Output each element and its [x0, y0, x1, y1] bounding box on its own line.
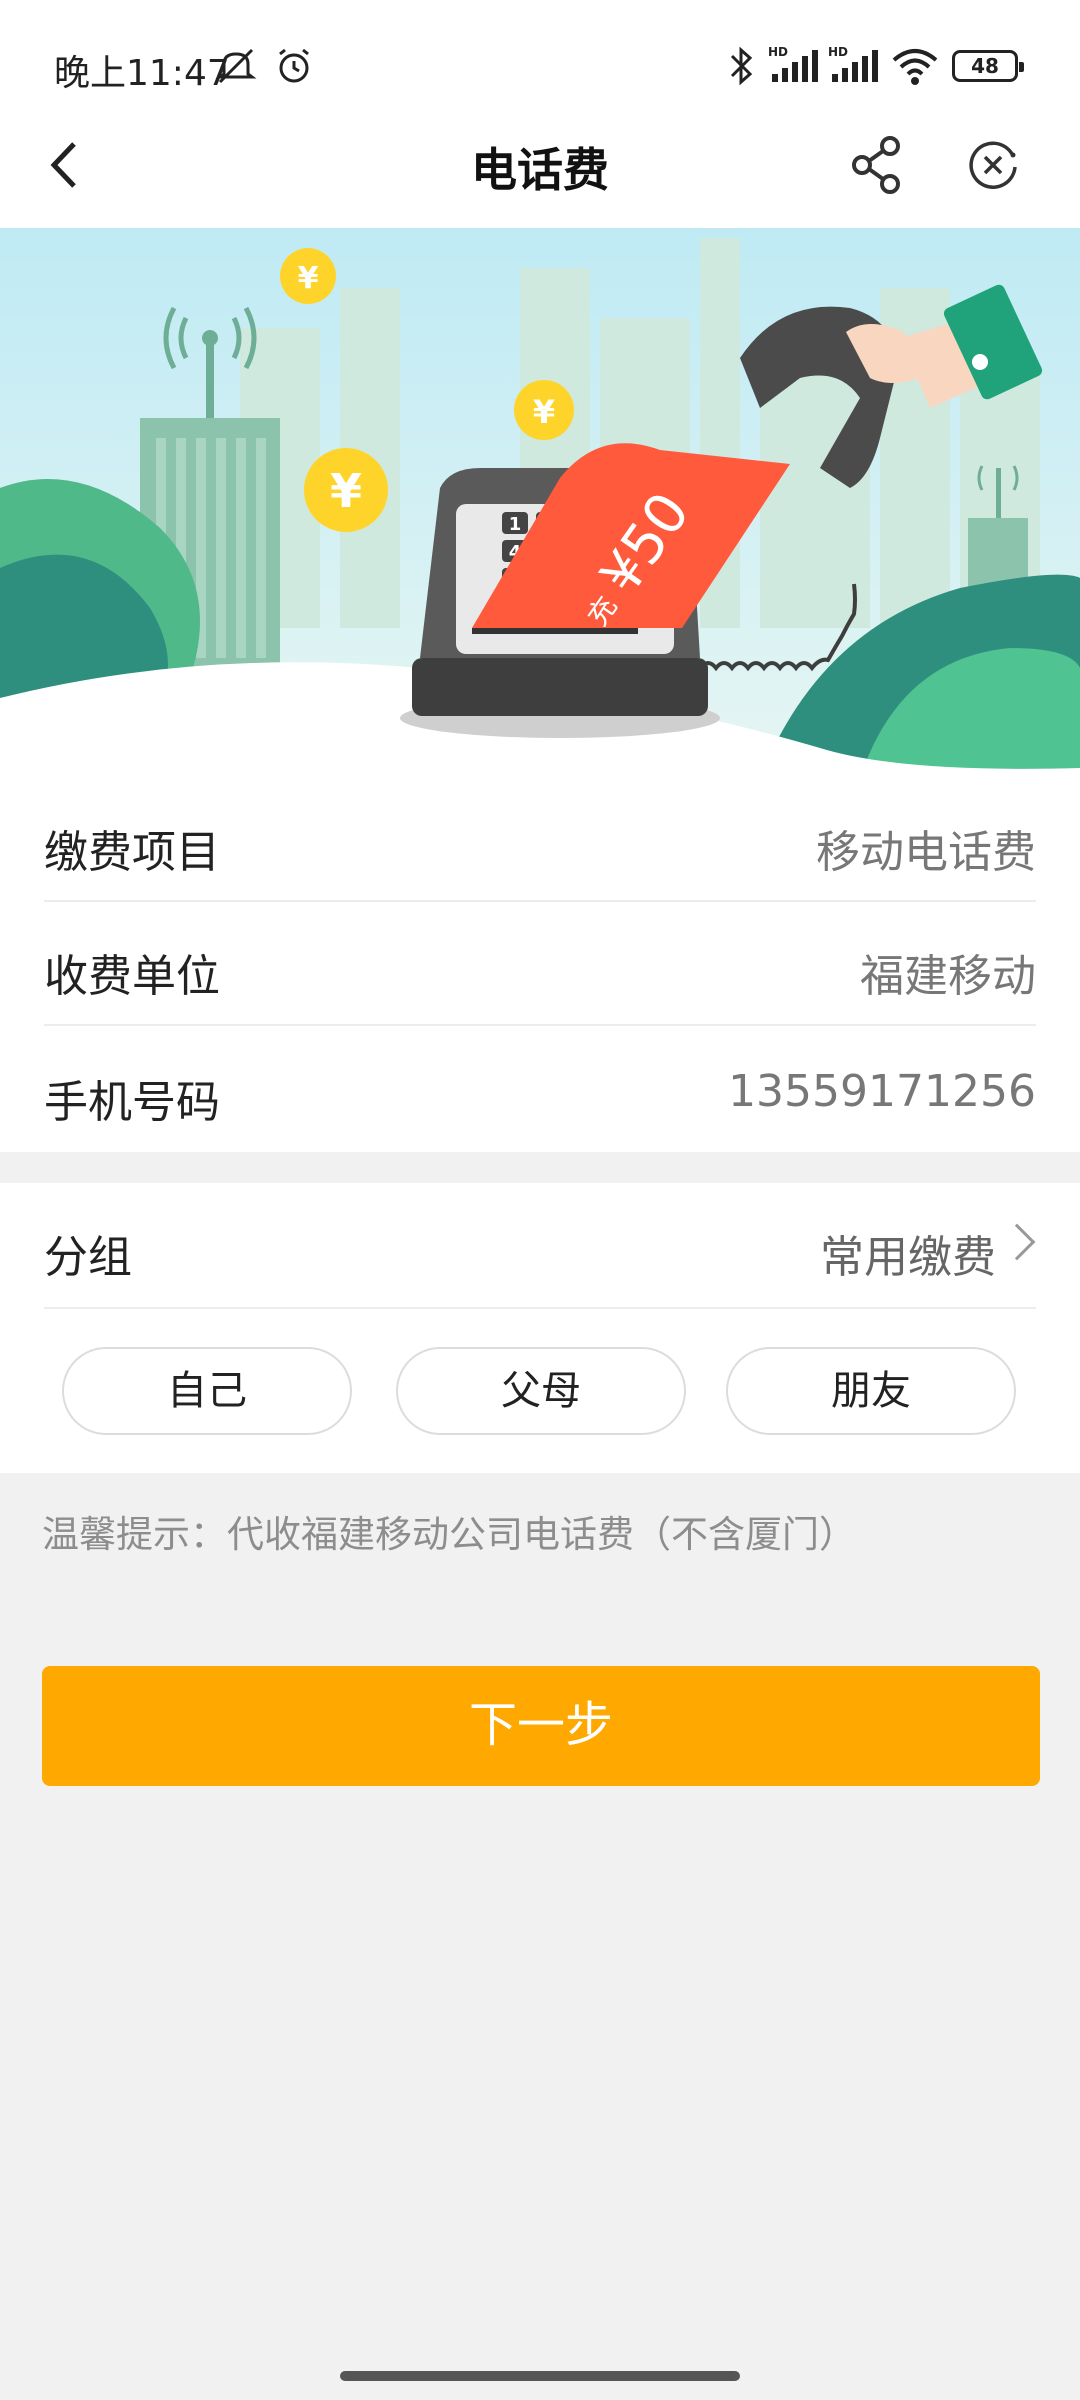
group-value: 常用缴费 [820, 1232, 996, 1283]
chip-friends[interactable]: 朋友 [726, 1347, 1016, 1435]
status-time: 晚上11:47 [54, 53, 230, 94]
svg-text:HD: HD [768, 45, 788, 59]
share-button[interactable] [842, 130, 912, 200]
battery-icon: 48 [952, 50, 1024, 82]
row-value: 福建移动 [860, 951, 1036, 1002]
info-row-unit: 收费单位 福建移动 [44, 902, 1036, 1026]
row-label: 手机号码 [44, 1077, 220, 1128]
chip-self[interactable]: 自己 [62, 1347, 352, 1435]
wifi-icon [892, 49, 938, 85]
home-indicator[interactable] [340, 2371, 740, 2381]
svg-text:¥: ¥ [330, 464, 362, 518]
chip-parents[interactable]: 父母 [396, 1347, 686, 1435]
bluetooth-icon [730, 46, 753, 86]
close-button[interactable] [958, 130, 1028, 200]
alarm-icon [279, 48, 309, 83]
info-row-item: 缴费项目 移动电话费 [44, 778, 1036, 902]
signal-icon: HD [768, 45, 818, 82]
svg-text:HD: HD [828, 45, 848, 59]
chevron-right-icon [998, 1223, 1036, 1261]
row-label: 缴费项目 [44, 827, 220, 878]
group-label: 分组 [44, 1232, 132, 1283]
banner-illustration: ¥ ¥ ¥ 1 2 3 4 5 6 7 8 [0, 228, 1080, 778]
banner-art: ¥ ¥ ¥ 1 2 3 4 5 6 7 8 [0, 228, 1080, 778]
tip-text: 温馨提示：代收福建移动公司电话费（不含厦门） [42, 1513, 856, 1556]
svg-text:¥: ¥ [298, 261, 319, 296]
payment-info-card: 缴费项目 移动电话费 收费单位 福建移动 手机号码 13559171256 [0, 778, 1080, 1152]
nav-bar: 电话费 [0, 100, 1080, 230]
row-value: 13559171256 [728, 1066, 1036, 1117]
page-title: 电话费 [471, 143, 609, 197]
svg-text:¥: ¥ [533, 393, 555, 431]
group-selector[interactable]: 分组 常用缴费 [44, 1183, 1036, 1309]
close-icon [969, 141, 1017, 189]
next-button[interactable]: 下一步 [42, 1666, 1040, 1786]
svg-text:1: 1 [509, 514, 522, 535]
row-value: 移动电话费 [816, 827, 1036, 878]
signal-icon: HD [828, 45, 878, 82]
row-label: 收费单位 [44, 951, 220, 1002]
share-icon [852, 136, 900, 194]
mute-icon [215, 48, 257, 84]
info-row-phone: 手机号码 13559171256 [44, 1028, 1036, 1152]
